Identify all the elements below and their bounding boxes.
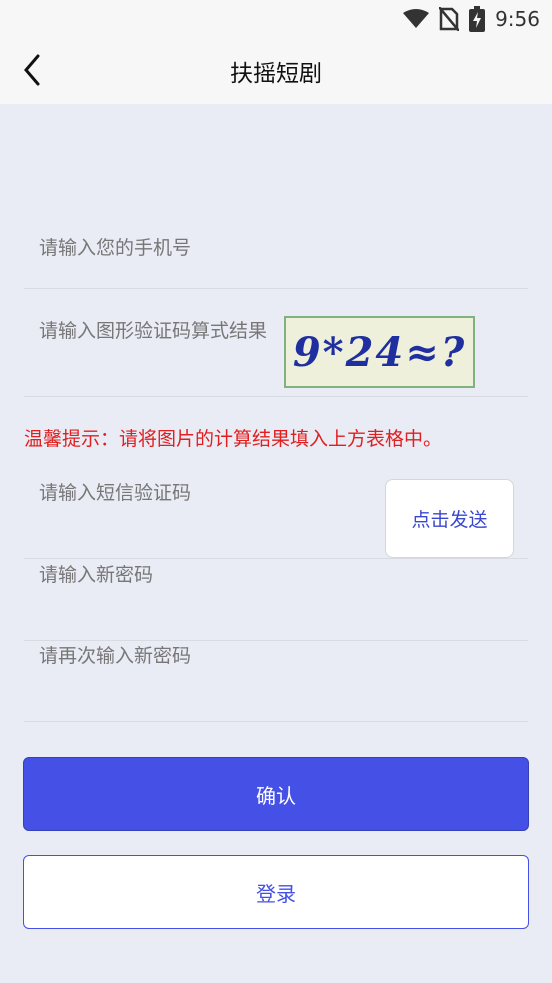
confirm-password-input[interactable]: [24, 641, 528, 671]
login-button[interactable]: 登录: [23, 855, 529, 929]
new-password-field-row: [24, 560, 528, 641]
tip-text: 温馨提示：请将图片的计算结果填入上方表格中。: [24, 428, 443, 450]
confirm-password-field-row: [24, 641, 528, 722]
battery-charging-icon: [469, 6, 486, 32]
send-code-button[interactable]: 点击发送: [385, 479, 514, 558]
wifi-icon: [403, 9, 430, 29]
status-bar: 9:56: [0, 0, 552, 38]
captcha-image-text: 9*24≈?: [292, 328, 467, 376]
title-bar: 扶摇短剧: [0, 38, 552, 104]
confirm-button[interactable]: 确认: [23, 757, 529, 831]
status-time: 9:56: [495, 7, 540, 31]
captcha-image[interactable]: 9*24≈?: [284, 316, 475, 388]
page-title: 扶摇短剧: [230, 61, 322, 87]
phone-input[interactable]: [24, 208, 528, 288]
phone-field-row: [24, 208, 528, 289]
new-password-input[interactable]: [24, 560, 528, 590]
sms-code-input[interactable]: [24, 478, 364, 508]
no-sim-icon: [439, 7, 460, 31]
status-icons: 9:56: [403, 6, 540, 32]
